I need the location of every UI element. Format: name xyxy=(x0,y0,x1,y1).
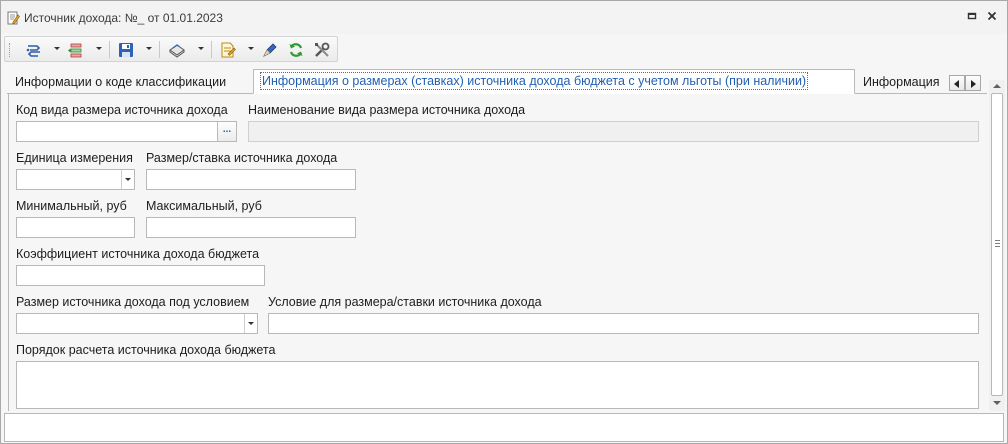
vertical-scrollbar[interactable] xyxy=(989,80,1005,411)
arrow-right-icon xyxy=(971,80,976,88)
min-label: Минимальный, руб xyxy=(16,199,127,213)
navigate-dropdown-icon[interactable] xyxy=(54,47,60,50)
close-window-icon[interactable] xyxy=(985,9,999,23)
window: Источник дохода: №_ от 01.01.2023 Информ… xyxy=(0,0,1008,444)
max-input[interactable] xyxy=(146,217,356,238)
min-input[interactable] xyxy=(16,217,135,238)
navigate-icon xyxy=(25,41,43,59)
list-actions-button[interactable] xyxy=(67,39,85,60)
scroll-up-icon[interactable] xyxy=(993,84,1001,88)
toolbar-separator xyxy=(211,41,212,58)
edit-pen-button[interactable] xyxy=(261,39,279,60)
arrow-left-icon xyxy=(954,80,959,88)
income-type-name-label: Наименование вида размера источника дохо… xyxy=(248,103,526,117)
tab-label: Информация xyxy=(863,75,940,89)
grip-icon xyxy=(995,240,1000,247)
rate-input[interactable] xyxy=(146,169,356,190)
tab-classification-info[interactable]: Информации о коде классификации xyxy=(7,71,252,93)
coefficient-input[interactable] xyxy=(16,265,265,286)
save-icon xyxy=(117,41,135,59)
tab-label: Информации о коде классификации xyxy=(15,75,227,89)
toolbar-separator xyxy=(159,41,160,58)
conditional-size-select[interactable] xyxy=(16,313,258,334)
tab-strip: Информации о коде классификации Информац… xyxy=(7,69,987,94)
condition-label: Условие для размера/ставки источника дох… xyxy=(268,295,542,309)
status-bar xyxy=(4,413,1004,442)
income-type-code-input[interactable]: ... xyxy=(16,121,237,142)
print-dropdown-icon[interactable] xyxy=(198,47,204,50)
toolbar xyxy=(4,36,338,62)
chevron-down-icon[interactable] xyxy=(244,314,257,333)
list-actions-icon xyxy=(67,41,85,59)
restore-window-icon[interactable] xyxy=(965,9,979,23)
income-type-code-label: Код вида размера источника дохода xyxy=(16,103,228,117)
ellipsis-button[interactable]: ... xyxy=(217,122,236,141)
refresh-icon xyxy=(287,41,305,59)
print-icon xyxy=(167,41,187,59)
scrollbar-thumb[interactable] xyxy=(991,93,1003,396)
tab-scroll-right-button[interactable] xyxy=(965,75,981,91)
scroll-down-icon[interactable] xyxy=(993,401,1001,405)
unit-label: Единица измерения xyxy=(16,151,133,165)
save-button[interactable] xyxy=(117,39,135,60)
income-type-name-input xyxy=(248,121,979,142)
tab-content-panel: Код вида размера источника дохода ... На… xyxy=(8,94,987,411)
calc-order-textarea[interactable] xyxy=(16,361,979,409)
document-button[interactable] xyxy=(219,39,237,60)
rate-label: Размер/ставка источника дохода xyxy=(146,151,338,165)
condition-input[interactable] xyxy=(268,313,979,334)
coefficient-label: Коэффициент источника дохода бюджета xyxy=(16,247,260,261)
conditional-size-label: Размер источника дохода под условием xyxy=(16,295,250,309)
tab-label: Информация о размерах (ставках) источник… xyxy=(259,72,809,90)
tools-icon xyxy=(313,41,331,59)
list-actions-dropdown-icon[interactable] xyxy=(96,47,102,50)
document-icon xyxy=(219,41,237,59)
unit-select[interactable] xyxy=(16,169,135,190)
refresh-button[interactable] xyxy=(287,39,305,60)
chevron-down-icon[interactable] xyxy=(121,170,134,189)
document-dropdown-icon[interactable] xyxy=(248,47,254,50)
tools-button[interactable] xyxy=(313,39,331,60)
edit-pen-icon xyxy=(261,41,279,59)
toolbar-separator xyxy=(109,41,110,58)
document-edit-icon xyxy=(7,11,20,25)
print-button[interactable] xyxy=(167,39,187,60)
save-dropdown-icon[interactable] xyxy=(146,47,152,50)
calc-order-label: Порядок расчета источника дохода бюджета xyxy=(16,343,276,357)
title-bar: Источник дохода: №_ от 01.01.2023 xyxy=(1,1,1007,34)
max-label: Максимальный, руб xyxy=(146,199,262,213)
tab-rate-info[interactable]: Информация о размерах (ставках) источник… xyxy=(253,69,855,94)
toolbar-grip[interactable] xyxy=(9,43,11,57)
window-title: Источник дохода: №_ от 01.01.2023 xyxy=(24,11,223,25)
navigate-button[interactable] xyxy=(25,39,43,60)
tab-scroll-left-button[interactable] xyxy=(949,75,965,91)
tab-info[interactable]: Информация xyxy=(855,71,947,93)
